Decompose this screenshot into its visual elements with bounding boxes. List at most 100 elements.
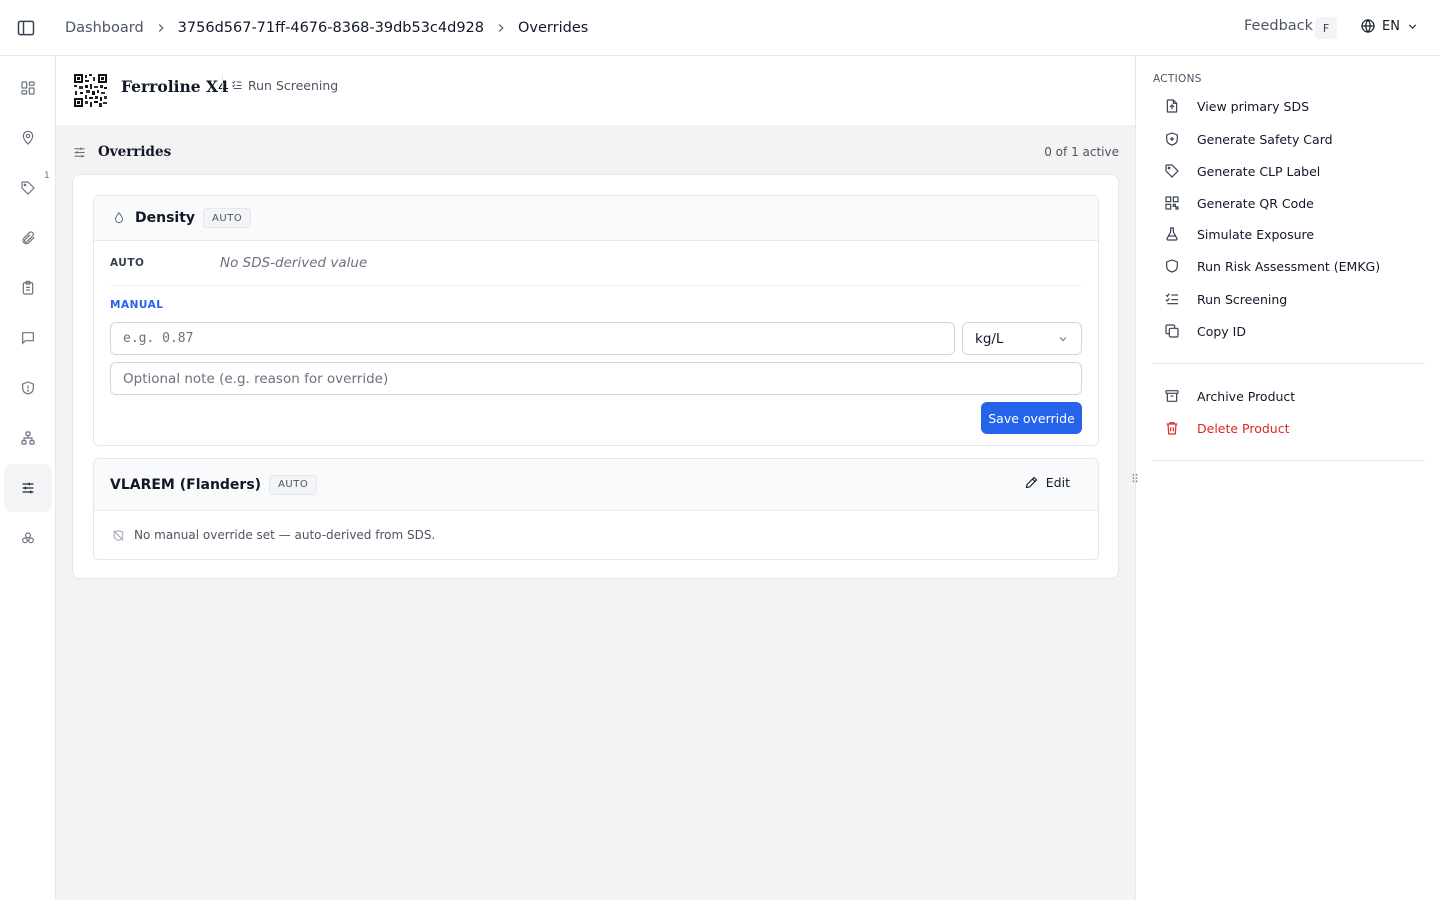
density-auto-row: AUTO No SDS-derived value: [110, 241, 1082, 286]
clipboard-icon: [22, 280, 34, 295]
auto-label: AUTO: [110, 257, 145, 269]
vlarem-title: VLAREM (Flanders): [110, 476, 262, 493]
action-copy-id[interactable]: Copy ID: [1164, 321, 1246, 341]
components-icon: [22, 532, 34, 544]
chevron-down-icon: [1408, 23, 1417, 29]
qr-code-icon: [1165, 196, 1179, 210]
sidebar-toggle-icon[interactable]: [16, 18, 36, 38]
list-checks-icon: [1165, 293, 1178, 305]
chevron-down-icon: [1059, 336, 1067, 341]
main-content: Ferroline X4 Run Screening Overrides 0 o…: [56, 56, 1135, 900]
chevron-right-icon: [154, 21, 168, 35]
rail-dashboard[interactable]: [4, 64, 52, 112]
density-title: Density: [135, 210, 196, 226]
delete-label: Delete Product: [1197, 420, 1290, 436]
shield-icon: [1166, 259, 1178, 273]
rail-tags[interactable]: [4, 164, 52, 212]
sliders-icon: [22, 482, 34, 494]
action-run-risk-assessment[interactable]: Run Risk Assessment (EMKG): [1164, 256, 1380, 276]
feedback-button[interactable]: Feedback: [1244, 18, 1313, 34]
droplet-icon: [114, 211, 124, 224]
action-generate-clp-label[interactable]: Generate CLP Label: [1164, 161, 1320, 181]
edit-label: Edit: [1045, 475, 1070, 490]
rail-hierarchy[interactable]: [4, 414, 52, 462]
archive-product-button[interactable]: Archive Product: [1164, 386, 1295, 406]
rail-components[interactable]: [4, 514, 52, 562]
product-qr-thumbnail: [74, 74, 107, 107]
icon-rail: 1: [0, 56, 56, 900]
vlarem-auto-badge: AUTO: [269, 474, 318, 495]
action-generate-qr-code[interactable]: Generate QR Code: [1164, 193, 1314, 213]
rail-overrides[interactable]: [4, 464, 52, 512]
tag-icon: [1165, 164, 1179, 178]
breadcrumb-product-id[interactable]: 3756d567-71ff-4676-8368-39db53c4d928: [178, 20, 484, 36]
language-selector[interactable]: EN: [1360, 18, 1419, 34]
actions-panel: ACTIONS View primary SDS Generate Safety…: [1135, 56, 1440, 900]
save-override-button[interactable]: Save override: [981, 402, 1082, 434]
overrides-title: Overrides: [98, 144, 172, 160]
copy-icon: [1165, 324, 1179, 338]
run-screening-chip[interactable]: Run Screening: [222, 74, 346, 96]
density-value-input[interactable]: [110, 322, 955, 355]
rail-messages[interactable]: [4, 314, 52, 362]
divider: [1153, 460, 1425, 461]
breadcrumb-current: Overrides: [518, 20, 589, 36]
manual-label: MANUAL: [110, 299, 164, 311]
tag-icon: [21, 181, 35, 195]
flask-icon: [1166, 227, 1178, 241]
vlarem-message: No manual override set — auto-derived fr…: [134, 528, 436, 542]
edit-button[interactable]: Edit: [1024, 475, 1070, 490]
message-icon: [22, 332, 34, 345]
density-section: Density AUTO AUTO No SDS-derived value M…: [93, 195, 1099, 446]
list-checks-icon: [232, 80, 242, 89]
sliders-icon: [74, 147, 85, 157]
archive-icon: [1165, 390, 1179, 402]
overrides-count: 0 of 1 active: [1044, 145, 1119, 159]
archive-label: Archive Product: [1197, 388, 1296, 404]
density-header: Density AUTO: [94, 196, 1098, 241]
vlarem-section: VLAREM (Flanders) AUTO Edit No manual ov…: [93, 458, 1099, 560]
unit-select[interactable]: kg/L: [962, 322, 1082, 355]
product-header: Ferroline X4 Run Screening: [56, 56, 1135, 125]
top-bar: Dashboard 3756d567-71ff-4676-8368-39db53…: [0, 0, 1440, 56]
rail-attachments[interactable]: [4, 214, 52, 262]
vlarem-header: VLAREM (Flanders) AUTO Edit: [94, 459, 1098, 511]
rail-clipboard[interactable]: [4, 264, 52, 312]
action-label: View primary SDS: [1197, 98, 1310, 114]
hierarchy-icon: [21, 431, 35, 445]
file-upload-icon: [1166, 99, 1178, 113]
override-note-input[interactable]: [110, 362, 1082, 395]
user-avatar[interactable]: F: [1315, 17, 1337, 39]
resize-handle-icon[interactable]: [1130, 471, 1140, 485]
action-label: Copy ID: [1197, 323, 1246, 339]
shield-plus-icon: [1166, 132, 1178, 146]
action-view-primary-sds[interactable]: View primary SDS: [1164, 96, 1309, 116]
action-label: Simulate Exposure: [1197, 226, 1315, 242]
breadcrumb-dashboard[interactable]: Dashboard: [65, 20, 144, 36]
product-name: Ferroline X4: [121, 77, 229, 96]
run-screening-label: Run Screening: [248, 77, 339, 93]
language-label: EN: [1382, 18, 1400, 34]
auto-value: No SDS-derived value: [220, 255, 368, 271]
vlarem-body: No manual override set — auto-derived fr…: [94, 511, 1098, 559]
action-label: Generate Safety Card: [1197, 131, 1333, 147]
unit-select-value: kg/L: [975, 330, 1004, 347]
action-simulate-exposure[interactable]: Simulate Exposure: [1164, 224, 1314, 244]
action-label: Generate CLP Label: [1197, 163, 1321, 179]
trash-icon: [1166, 422, 1178, 435]
rail-safety[interactable]: [4, 364, 52, 412]
rail-locations[interactable]: [4, 114, 52, 162]
delete-product-button[interactable]: Delete Product: [1164, 418, 1290, 438]
action-label: Generate QR Code: [1197, 195, 1314, 211]
action-run-screening[interactable]: Run Screening: [1164, 289, 1287, 309]
shield-icon: [22, 381, 34, 395]
location-icon: [22, 130, 34, 145]
pencil-icon: [1025, 476, 1038, 489]
breadcrumb: Dashboard 3756d567-71ff-4676-8368-39db53…: [65, 0, 588, 56]
action-label: Run Screening: [1197, 291, 1288, 307]
dashboard-icon: [21, 81, 35, 95]
action-generate-safety-card[interactable]: Generate Safety Card: [1164, 129, 1333, 149]
action-label: Run Risk Assessment (EMKG): [1197, 258, 1381, 274]
overrides-card: Density AUTO AUTO No SDS-derived value M…: [72, 174, 1119, 579]
actions-heading: ACTIONS: [1153, 73, 1202, 85]
